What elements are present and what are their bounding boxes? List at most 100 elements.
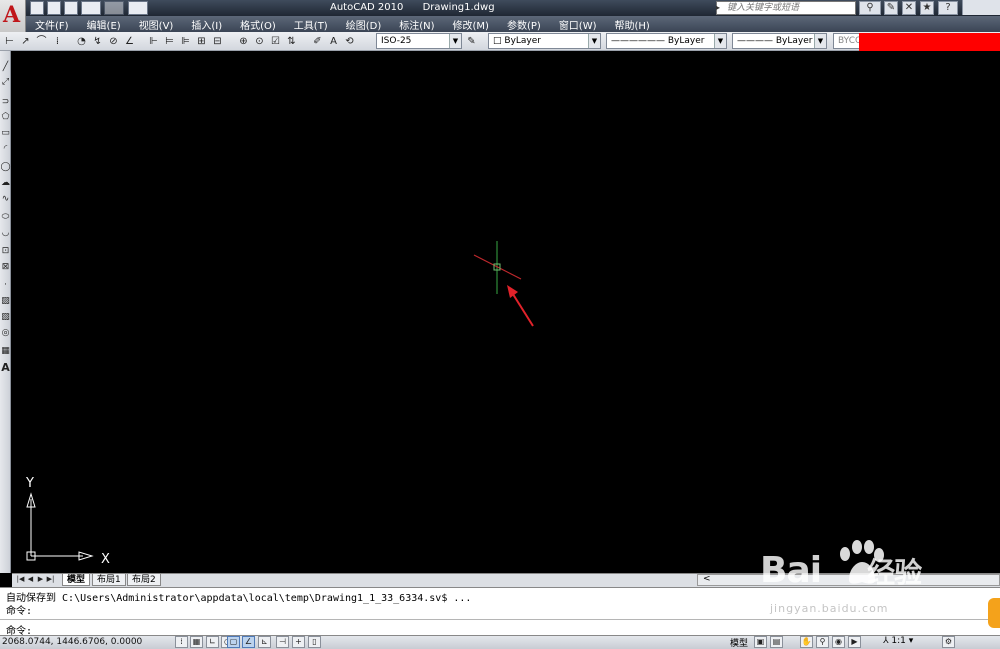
line-icon[interactable]: ╱ [0,60,11,74]
open-file-icon[interactable] [47,1,61,15]
snap-mode-icon[interactable]: ⁞ [175,636,188,648]
polyline-icon[interactable]: ⊃ [0,95,11,109]
showmotion-icon[interactable]: ▶ [848,636,861,648]
menu-file[interactable]: 文件(F) [26,17,78,32]
coordinate-readout[interactable]: 2068.0744, 1446.6706, 0.0000 [2,637,142,647]
menu-tools[interactable]: 工具(T) [285,17,337,32]
object-snap-tracking-icon[interactable]: ∠ [242,636,255,648]
center-mark-icon[interactable]: ⊙ [252,34,267,49]
workspace-switching-icon[interactable]: ⚙ [942,636,955,648]
multiline-text-icon[interactable]: A [0,361,11,375]
linetype-select[interactable]: —————— ByLayer ▼ [606,33,727,49]
search-expand-icon[interactable]: ▸ [716,3,724,13]
undo-icon[interactable] [81,1,101,15]
quick-properties-icon[interactable]: ▯ [308,636,321,648]
grid-display-icon[interactable]: ▦ [190,636,203,648]
menu-format[interactable]: 格式(O) [231,17,285,32]
make-block-icon[interactable]: ⊠ [0,260,11,274]
region-icon[interactable]: ◎ [0,326,11,340]
circle-icon[interactable]: ◯ [0,160,11,174]
tab-model[interactable]: 模型 [62,574,91,586]
dynamic-input-icon[interactable]: ⊣ [276,636,289,648]
menu-edit[interactable]: 编辑(E) [78,17,130,32]
dimension-text-edit-icon[interactable]: A [326,34,341,49]
tab-layout2[interactable]: 布局2 [127,574,161,586]
steering-wheel-icon[interactable]: ◉ [832,636,845,648]
menu-insert[interactable]: 插入(I) [182,17,231,32]
continue-dimension-icon[interactable]: ⊫ [178,34,193,49]
menu-parametric[interactable]: 参数(P) [498,17,550,32]
radius-dimension-icon[interactable]: ◔ [74,34,89,49]
object-snap-icon[interactable]: ▢ [227,636,240,648]
menu-view[interactable]: 视图(V) [130,17,183,32]
zoom-icon[interactable]: ⚲ [816,636,829,648]
construction-line-icon[interactable]: ⤢ [0,75,11,89]
lineweight-toggle-icon[interactable]: + [292,636,305,648]
binoculars-icon[interactable]: ⚲ [859,1,881,15]
ortho-mode-icon[interactable]: ∟ [206,636,219,648]
quick-dimension-icon[interactable]: ⊩ [146,34,161,49]
chevron-down-icon[interactable]: ▼ [814,34,826,48]
next-tab-icon[interactable]: ▶ [36,574,45,585]
menu-window[interactable]: 窗口(W) [550,17,606,32]
polygon-icon[interactable]: ⬠ [0,110,11,124]
pan-icon[interactable]: ✋ [800,636,813,648]
chevron-down-icon[interactable]: ▼ [714,34,726,48]
lineweight-select[interactable]: ———— ByLayer ▼ [732,33,827,49]
dimension-break-icon[interactable]: ⊟ [210,34,225,49]
gradient-icon[interactable]: ▧ [0,310,11,324]
jogged-linear-icon[interactable]: ⇅ [284,34,299,49]
redo-icon[interactable] [104,1,124,15]
tab-layout1[interactable]: 布局1 [92,574,126,586]
scroll-left-icon[interactable]: < [703,574,711,584]
previous-tab-icon[interactable]: ◀ [26,574,35,585]
hatch-icon[interactable]: ▨ [0,294,11,308]
subscription-icon[interactable]: ✕ [902,1,916,15]
help-icon[interactable]: ? [938,1,958,15]
arc-length-icon[interactable]: ⌒ [34,34,49,49]
insert-block-icon[interactable]: ⊡ [0,244,11,258]
inspection-icon[interactable]: ☑ [268,34,283,49]
menu-help[interactable]: 帮助(H) [606,17,659,32]
window-controls[interactable] [962,0,1000,15]
new-file-icon[interactable] [30,1,44,15]
last-tab-icon[interactable]: ▶| [46,574,55,585]
baseline-dimension-icon[interactable]: ⊨ [162,34,177,49]
tolerance-icon[interactable]: ⊕ [236,34,251,49]
dimension-style-select[interactable]: ISO-25 ▼ [376,33,462,49]
dimension-space-icon[interactable]: ⊞ [194,34,209,49]
rectangle-icon[interactable]: ▭ [0,126,11,140]
arc-icon[interactable]: ◜ [0,142,11,156]
application-menu-button[interactable]: A [0,0,26,32]
dynamic-ucs-icon[interactable]: ⊾ [258,636,271,648]
aligned-dimension-icon[interactable]: ↗ [18,34,33,49]
revision-cloud-icon[interactable]: ☁ [0,176,11,190]
communication-center-icon[interactable]: ✎ [884,1,898,15]
point-icon[interactable]: · [0,278,11,292]
chevron-down-icon[interactable]: ▼ [449,34,461,48]
plot-icon[interactable] [128,1,148,15]
quick-view-layouts-icon[interactable]: ▣ [754,636,767,648]
search-input[interactable]: 键入关键字或短语 [716,1,856,15]
jogged-dimension-icon[interactable]: ↯ [90,34,105,49]
annotation-scale[interactable]: ⅄ 1:1 ▾ [883,636,913,646]
first-tab-icon[interactable]: |◀ [16,574,25,585]
ellipse-icon[interactable]: ⬭ [0,210,11,224]
spline-icon[interactable]: ∿ [0,192,11,206]
angular-dimension-icon[interactable]: ∠ [122,34,137,49]
dimension-style-manager-icon[interactable]: ✎ [464,34,479,49]
menu-dimension[interactable]: 标注(N) [390,17,443,32]
color-select[interactable]: □ ByLayer ▼ [488,33,601,49]
quick-view-drawings-icon[interactable]: ▤ [770,636,783,648]
favorites-star-icon[interactable]: ★ [920,1,934,15]
ordinate-dimension-icon[interactable]: ⁞ [50,34,65,49]
chevron-down-icon[interactable]: ▼ [588,34,600,48]
table-icon[interactable]: ▦ [0,344,11,358]
drawing-canvas[interactable]: Y X [17,51,1000,573]
model-space-label[interactable]: 模型 [730,636,748,649]
menu-draw[interactable]: 绘图(D) [337,17,391,32]
dimension-edit-icon[interactable]: ✐ [310,34,325,49]
menu-modify[interactable]: 修改(M) [444,17,498,32]
dimension-update-icon[interactable]: ⟲ [342,34,357,49]
linear-dimension-icon[interactable]: ⊢ [2,34,17,49]
